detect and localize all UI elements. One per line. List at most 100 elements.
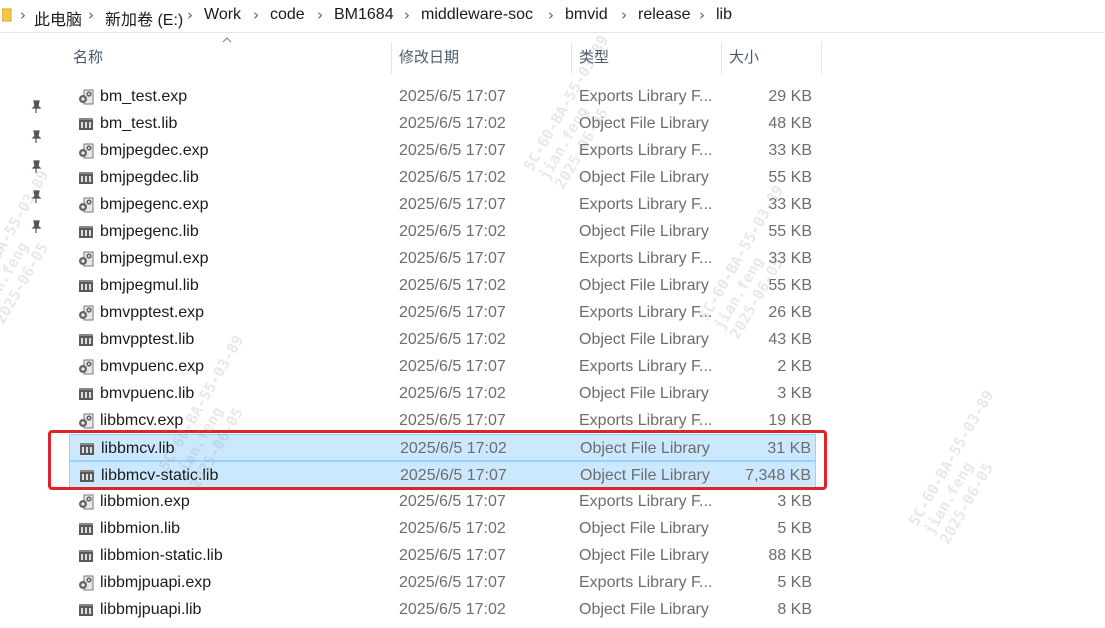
file-type: Exports Library F... <box>579 88 713 105</box>
file-name[interactable]: bm_test.lib <box>100 110 177 137</box>
breadcrumb-item[interactable]: BM1684 <box>334 6 394 24</box>
file-row[interactable]: bmjpegmul.exp 2025/6/5 17:07 Exports Libra… <box>69 245 816 272</box>
file-name[interactable]: libbmion.exp <box>100 488 190 515</box>
address-bar[interactable]: › 此电脑 › 新加卷 (E:) › Work › code › BM1684 › middlewar… <box>0 0 1105 33</box>
file-modified-date: 2025/6/5 17:07 <box>399 88 506 105</box>
watermark-line: jian.feng <box>920 458 977 538</box>
column-header-date[interactable]: 修改日期 <box>399 42 459 74</box>
file-modified-date: 2025/6/5 17:07 <box>399 358 506 375</box>
pin-icon[interactable] <box>29 100 43 114</box>
file-row[interactable]: bmvpuenc.lib 2025/6/5 17:02 Object File Li… <box>69 380 816 407</box>
file-size: 29 KB <box>768 88 812 105</box>
file-row[interactable]: libbmjpuapi.exp 2025/6/5 17:07 Exports Lib… <box>69 569 816 596</box>
file-name[interactable]: bm_test.exp <box>100 83 187 110</box>
column-header-name[interactable]: 名称 <box>73 42 103 74</box>
column-divider[interactable] <box>721 42 722 74</box>
file-row[interactable]: bm_test.exp 2025/6/5 17:07 Exports Library… <box>69 83 816 110</box>
file-name[interactable]: bmvpuenc.exp <box>100 353 204 380</box>
exp-file-icon <box>77 196 95 213</box>
breadcrumb-item[interactable]: Work <box>204 6 241 24</box>
breadcrumb-chevron-icon[interactable]: › <box>187 6 193 24</box>
file-name[interactable]: libbmion.lib <box>100 515 180 542</box>
breadcrumb-item[interactable]: 此电脑 <box>34 6 82 30</box>
breadcrumb-chevron-icon[interactable]: › <box>404 6 410 24</box>
file-size: 33 KB <box>768 142 812 159</box>
watermark: 5C-60-BA-55-03-89 jian.feng 2025-06-05 <box>905 387 1029 547</box>
file-modified-date: 2025/6/5 17:07 <box>399 196 506 213</box>
breadcrumb-chevron-icon[interactable]: › <box>699 6 705 24</box>
file-type: Object File Library <box>579 331 709 348</box>
breadcrumb-item[interactable]: code <box>270 6 305 24</box>
file-row[interactable]: bmjpegmul.lib 2025/6/5 17:02 Object File L… <box>69 272 816 299</box>
file-type: Exports Library F... <box>579 574 713 591</box>
file-name[interactable]: bmjpegenc.exp <box>100 191 209 218</box>
file-modified-date: 2025/6/5 17:02 <box>399 115 506 132</box>
file-name[interactable]: bmjpegdec.exp <box>100 137 209 164</box>
breadcrumb-item[interactable]: bmvid <box>565 6 608 24</box>
breadcrumb-item[interactable]: release <box>638 6 690 24</box>
column-divider[interactable] <box>821 42 822 74</box>
sort-ascending-icon <box>222 37 232 43</box>
lib-file-icon <box>77 223 95 240</box>
column-divider[interactable] <box>391 42 392 74</box>
breadcrumb-chevron-icon[interactable]: › <box>317 6 323 24</box>
lib-file-icon <box>77 601 95 618</box>
file-name[interactable]: bmjpegdec.lib <box>100 164 199 191</box>
file-size: 55 KB <box>768 169 812 186</box>
file-modified-date: 2025/6/5 17:02 <box>399 331 506 348</box>
file-type: Object File Library <box>579 115 709 132</box>
watermark-line: 5C-60-BA-55-03-89 <box>905 387 998 529</box>
column-divider[interactable] <box>571 42 572 74</box>
exp-file-icon <box>77 250 95 267</box>
file-name[interactable]: bmvpptest.lib <box>100 326 194 353</box>
file-name[interactable]: bmvpptest.exp <box>100 299 204 326</box>
lib-file-icon <box>77 547 95 564</box>
lib-file-icon <box>77 520 95 537</box>
file-name[interactable]: bmjpegmul.lib <box>100 272 199 299</box>
file-size: 55 KB <box>768 277 812 294</box>
breadcrumb-chevron-icon[interactable]: › <box>621 6 627 24</box>
breadcrumb-chevron-icon[interactable]: › <box>548 6 554 24</box>
file-size: 48 KB <box>768 115 812 132</box>
file-row[interactable]: bmvpuenc.exp 2025/6/5 17:07 Exports Librar… <box>69 353 816 380</box>
file-modified-date: 2025/6/5 17:07 <box>399 142 506 159</box>
breadcrumb-chevron-icon[interactable]: › <box>88 6 94 24</box>
file-row[interactable]: bmjpegdec.lib 2025/6/5 17:02 Object File L… <box>69 164 816 191</box>
pin-icon[interactable] <box>29 190 43 204</box>
file-row[interactable]: libbmion.lib 2025/6/5 17:02 Object File Li… <box>69 515 816 542</box>
file-row[interactable]: bmjpegenc.exp 2025/6/5 17:07 Exports Libra… <box>69 191 816 218</box>
file-type: Exports Library F... <box>579 493 713 510</box>
column-header-type[interactable]: 类型 <box>579 42 609 74</box>
file-name[interactable]: libbmion-static.lib <box>100 542 223 569</box>
lib-file-icon <box>77 277 95 294</box>
breadcrumb-item[interactable]: middleware-soc <box>421 6 533 24</box>
file-row[interactable]: bmjpegenc.lib 2025/6/5 17:02 Object File L… <box>69 218 816 245</box>
file-name[interactable]: libbmjpuapi.exp <box>100 569 211 596</box>
breadcrumb-chevron-icon[interactable]: › <box>20 6 26 24</box>
file-row[interactable]: bmvpptest.lib 2025/6/5 17:02 Object File L… <box>69 326 816 353</box>
column-header-size[interactable]: 大小 <box>729 42 759 74</box>
file-name[interactable]: bmjpegmul.exp <box>100 245 209 272</box>
file-modified-date: 2025/6/5 17:02 <box>399 277 506 294</box>
exp-file-icon <box>77 142 95 159</box>
file-modified-date: 2025/6/5 17:02 <box>399 169 506 186</box>
file-name[interactable]: bmvpuenc.lib <box>100 380 194 407</box>
lib-file-icon <box>77 385 95 402</box>
breadcrumb-item[interactable]: 新加卷 (E:) <box>105 6 183 30</box>
file-row[interactable]: bmjpegdec.exp 2025/6/5 17:07 Exports Libra… <box>69 137 816 164</box>
file-type: Exports Library F... <box>579 358 713 375</box>
watermark-line: 2025-06-05 <box>936 459 997 547</box>
pin-icon[interactable] <box>29 220 43 234</box>
file-row[interactable]: libbmion.exp 2025/6/5 17:07 Exports Librar… <box>69 488 816 515</box>
highlight-annotation <box>48 430 827 490</box>
pin-icon[interactable] <box>29 160 43 174</box>
file-row[interactable]: bm_test.lib 2025/6/5 17:02 Object File Lib… <box>69 110 816 137</box>
file-size: 2 KB <box>777 358 812 375</box>
pin-icon[interactable] <box>29 130 43 144</box>
breadcrumb-chevron-icon[interactable]: › <box>253 6 259 24</box>
file-row[interactable]: bmvpptest.exp 2025/6/5 17:07 Exports Libra… <box>69 299 816 326</box>
file-type: Exports Library F... <box>579 196 713 213</box>
file-row[interactable]: libbmion-static.lib 2025/6/5 17:07 Object … <box>69 542 816 569</box>
file-name[interactable]: bmjpegenc.lib <box>100 218 199 245</box>
breadcrumb-item[interactable]: lib <box>716 6 732 24</box>
